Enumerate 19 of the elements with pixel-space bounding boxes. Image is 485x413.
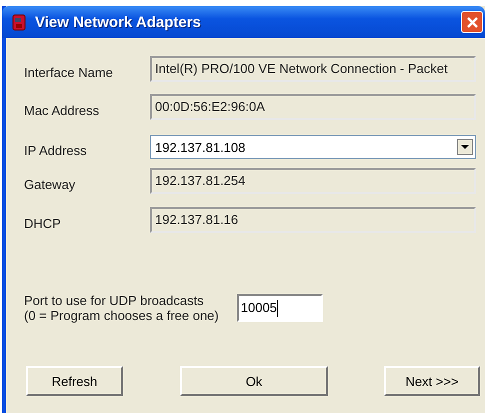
app-icon (12, 14, 26, 30)
field-label: Interface Name (24, 64, 114, 80)
readonly-field: 192.137.81.254 (150, 168, 476, 194)
field-label: IP Address (24, 142, 88, 158)
port-label: Port to use for UDP broadcasts (0 = Program chooses a free one) (24, 293, 219, 323)
window-title: View Network Adapters (35, 14, 202, 30)
close-button[interactable] (461, 11, 483, 33)
field-label: Mac Address (24, 102, 100, 118)
dialog-button[interactable]: Refresh (26, 366, 123, 396)
readonly-field: 192.137.81.16 (150, 207, 476, 233)
dialog-button[interactable]: Ok (180, 366, 328, 396)
port-input[interactable]: 10005 (236, 294, 323, 322)
close-icon (466, 16, 478, 28)
field-label: Gateway (24, 176, 76, 192)
readonly-field: 00:0D:56:E2:96:0A (150, 94, 476, 120)
dialog-button[interactable]: Next >>> (384, 366, 480, 396)
ip-dropdown[interactable]: 192.137.81.108 (150, 135, 476, 159)
field-label: DHCP (24, 214, 62, 230)
readonly-field: Intel(R) PRO/100 VE Network Connection - Packet (150, 56, 476, 82)
